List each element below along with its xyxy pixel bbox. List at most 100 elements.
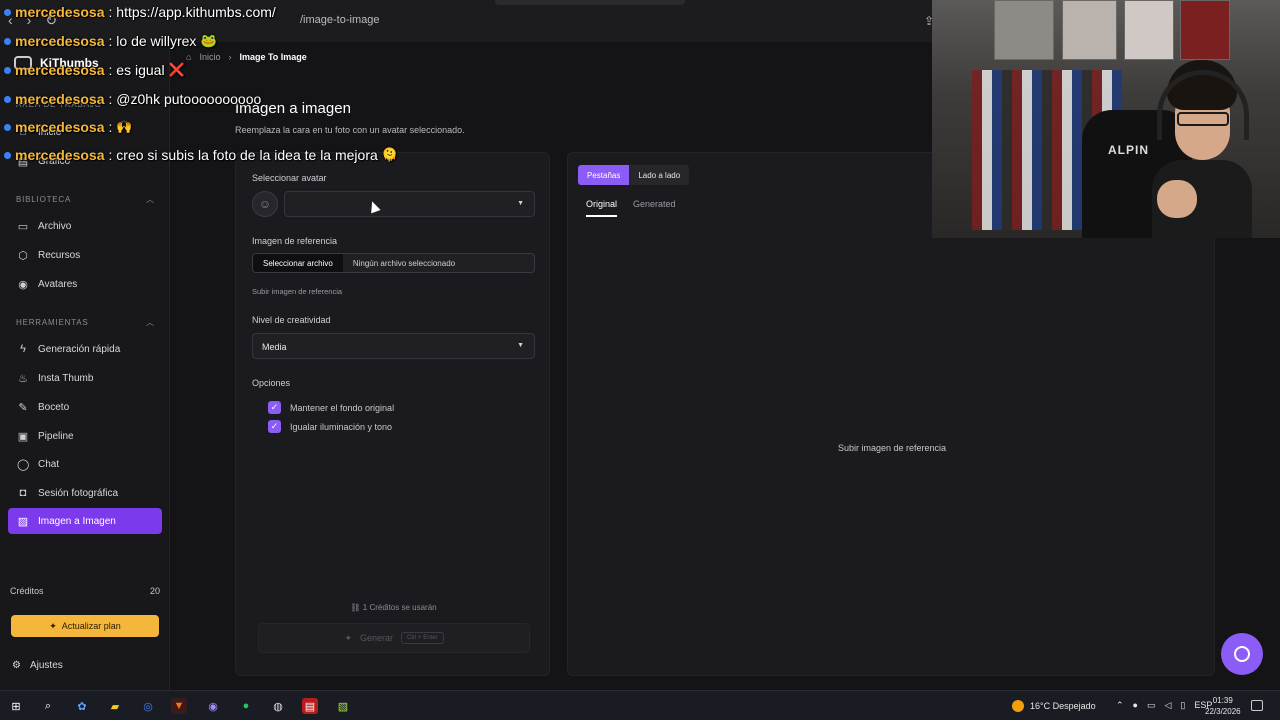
generate-label: Generar [360,633,394,643]
select-file-button[interactable]: Seleccionar archivo [253,254,343,272]
system-tray: ⌃ ● ▭ ◁ ▯ ESP [1116,700,1212,711]
chat-text: : lo de willyrex [108,33,197,49]
network-icon[interactable]: ▭ [1147,700,1156,711]
weather-widget[interactable]: 16°C Despejado [1012,700,1096,712]
sidebar-item-generacion-rapida[interactable]: ϟ Generación rápida [8,336,162,362]
sidebar-item-avatares[interactable]: ◉ Avatares [8,271,162,297]
file-input[interactable]: Seleccionar archivo Ningún archivo selec… [252,253,535,273]
chat-badge-icon [4,123,11,131]
melting-face-emote-icon: 🫠 [381,147,398,162]
creativity-select[interactable]: Media ▼ [252,333,535,359]
settings-button[interactable]: ⚙ Ajustes [8,660,63,671]
view-mode-side-by-side[interactable]: Lado a lado [629,165,690,185]
creativity-select-value: Media [262,342,287,352]
generate-button[interactable]: ✦ Generar Ctrl + Enter [258,623,530,653]
sidebar: KiThumbs Área de trabajo ⌂ Inicio ▤ Gráf… [0,42,170,690]
sidebar-item-boceto[interactable]: ✎ Boceto [8,394,162,420]
sidebar-item-label: Chat [38,458,60,470]
sidebar-item-sesion-fotografica[interactable]: ◘ Sesión fotográfica [8,480,162,506]
sidebar-item-archivo[interactable]: ▭ Archivo [8,213,162,239]
camera-icon: ◘ [19,487,27,499]
chrome-icon[interactable]: ◎ [140,698,156,714]
chat-username: mercedesosa [15,33,105,49]
clock[interactable]: 01:39 22/3/2026 [1205,695,1241,717]
link-icon: ⛓ [350,603,361,612]
lightning-icon: ϟ [20,343,26,355]
breadcrumb: ⌂ Inicio › Image To Image [186,52,307,62]
option-match-lighting[interactable]: ✓ Igualar iluminación y tono [268,420,392,433]
chat-text: : [108,119,113,135]
caret-down-icon: ▼ [517,200,524,207]
chat-badge-icon [4,66,11,74]
option-keep-background[interactable]: ✓ Mantener el fondo original [268,401,394,414]
chevron-up-icon[interactable]: ⌃ [1116,700,1124,711]
browser-icon[interactable]: ◉ [205,698,221,714]
volume-icon[interactable]: ◁ [1165,700,1172,711]
chat-text: : es igual [108,62,165,78]
chat-username: mercedesosa [15,4,105,20]
chat-message: mercedesosa: es igual ❌ [4,62,185,78]
chat-message: mercedesosa: https://app.kithumbs.com/ [4,4,276,20]
battery-icon[interactable]: ▯ [1180,700,1185,711]
image-icon: ▨ [17,515,29,528]
chat-username: mercedesosa [15,147,105,163]
microphone-icon[interactable]: ● [1133,700,1138,711]
checkbox-checked-icon[interactable]: ✓ [268,401,281,414]
chat-message: mercedesosa: creo si subis la foto de la… [4,147,398,163]
view-mode-toggle: Pestañas Lado a lado [578,165,690,185]
sidebar-item-recursos[interactable]: ⬡ Recursos [8,242,162,268]
avatar-select[interactable]: ▼ [284,191,535,217]
view-mode-tabs[interactable]: Pestañas [578,165,630,185]
sparkle-icon: ✦ [49,620,57,631]
home-icon[interactable]: ⌂ [186,52,191,62]
upgrade-plan-button[interactable]: ✦ Actualizar plan [11,615,159,637]
wall-poster [1062,0,1117,60]
obs-icon[interactable]: ◍ [270,698,286,714]
tab-original[interactable]: Original [586,199,618,217]
copilot-icon[interactable]: ✿ [74,698,90,714]
notification-icon[interactable] [1251,700,1263,711]
option-label: Mantener el fondo original [290,402,395,413]
chat-username: mercedesosa [15,62,105,78]
avatar-label: Seleccionar avatar [252,173,327,183]
creativity-label: Nivel de creatividad [252,315,331,325]
sidebar-item-label: Avatares [38,278,78,290]
search-icon[interactable]: ⌕ [40,698,56,714]
game-icon[interactable]: ▧ [335,698,351,714]
breadcrumb-home[interactable]: Inicio [199,52,220,62]
sidebar-item-label: Pipeline [38,430,74,442]
upgrade-plan-label: Actualizar plan [61,621,121,631]
wall-poster [994,0,1054,60]
chevron-up-icon[interactable]: ︿ [146,317,154,328]
resources-icon: ⬡ [18,249,28,262]
credits-value: 20 [149,586,160,596]
reference-hint: Subir imagen de referencia [252,287,343,296]
chevron-up-icon[interactable]: ︿ [146,194,154,205]
brave-icon[interactable]: ▼ [171,698,187,714]
windows-start-icon[interactable]: ⊞ [8,698,24,714]
option-label: Igualar iluminación y tono [290,421,393,432]
chat-badge-icon [4,95,11,103]
chat-username: mercedesosa [15,91,105,107]
sidebar-item-label: Insta Thumb [38,372,94,384]
folder-icon[interactable]: ▰ [107,698,123,714]
cross-emote-icon: ❌ [168,62,185,77]
browser-tab-strip[interactable] [495,0,685,5]
sidebar-item-insta-thumb[interactable]: ♨ Insta Thumb [8,365,162,391]
app-icon[interactable]: ▤ [302,698,318,714]
tab-generated[interactable]: Generated [633,199,676,217]
section-label-tools: Herramientas [16,318,89,327]
flame-icon: ♨ [18,372,28,385]
sidebar-item-chat[interactable]: ◯ Chat [8,451,162,477]
spotify-icon[interactable]: ● [238,698,254,714]
sidebar-item-imagen-a-imagen[interactable]: ▨ Imagen a Imagen [8,508,162,534]
pipeline-icon: ▣ [17,430,29,443]
credits-label: Créditos [10,586,44,596]
support-chat-button[interactable] [1221,633,1263,675]
wall-poster [1124,0,1174,60]
address-bar[interactable]: /image-to-image [300,14,379,26]
checkbox-checked-icon[interactable]: ✓ [268,420,281,433]
streamer [1152,60,1252,238]
chair-brand-text: ALPIN [1108,143,1149,157]
sidebar-item-pipeline[interactable]: ▣ Pipeline [8,423,162,449]
